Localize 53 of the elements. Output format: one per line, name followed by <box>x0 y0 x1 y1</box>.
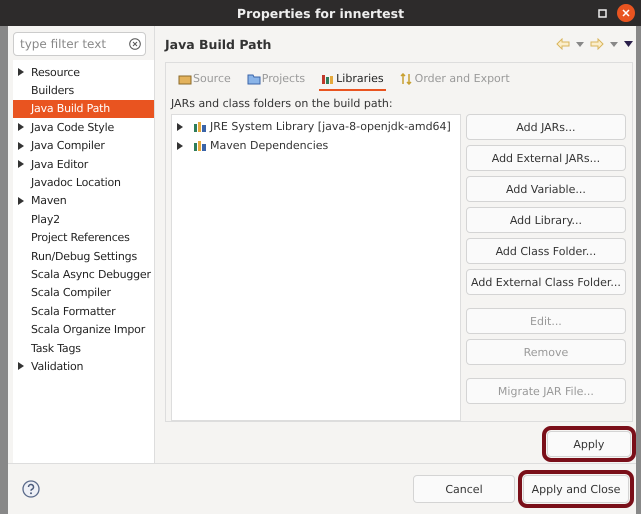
tab[interactable]: Libraries <box>319 72 386 91</box>
dropdown-caret-icon[interactable] <box>576 42 584 46</box>
filter-input[interactable]: type filter text <box>18 36 129 52</box>
expand-arrow-icon[interactable] <box>18 362 24 370</box>
library-item[interactable]: JRE System Library [java-8-openjdk-amd64] <box>172 117 460 136</box>
tree-item[interactable]: Scala Async Debugger <box>13 265 154 284</box>
list-label: JARs and class folders on the build path: <box>171 97 394 110</box>
maximize-icon[interactable] <box>598 8 607 18</box>
tree-item[interactable]: Run/Debug Settings <box>13 246 154 266</box>
action-button[interactable]: Add JARs... <box>466 114 626 140</box>
library-icon <box>193 121 207 132</box>
expand-arrow-icon[interactable] <box>18 123 24 132</box>
folder-icon <box>246 72 261 84</box>
window-title: Properties for innertest <box>236 6 404 20</box>
dropdown-caret-icon[interactable] <box>610 42 618 46</box>
expand-arrow-icon[interactable] <box>177 142 183 150</box>
clear-icon[interactable] <box>129 38 141 50</box>
tree-item[interactable]: Task Tags <box>13 338 154 358</box>
tree-item[interactable]: Java Editor <box>13 154 154 174</box>
tree-item[interactable]: Resource <box>13 63 154 82</box>
tree-item[interactable]: Scala Compiler <box>13 284 154 302</box>
tree-item[interactable]: Maven <box>13 192 154 210</box>
tree-item[interactable]: Project References <box>13 228 154 247</box>
tree-item[interactable]: Builders <box>13 81 154 100</box>
close-icon[interactable] <box>617 4 635 22</box>
package-icon <box>178 72 192 84</box>
expand-arrow-icon[interactable] <box>177 122 183 130</box>
expand-arrow-icon[interactable] <box>18 68 24 76</box>
library-item[interactable]: Maven Dependencies <box>172 136 460 155</box>
books-icon <box>321 72 336 84</box>
action-button[interactable]: Add Class Folder... <box>466 238 626 264</box>
tree-item[interactable]: Play2 <box>13 210 154 229</box>
expand-arrow-icon[interactable] <box>18 142 24 150</box>
action-button[interactable]: Add Variable... <box>466 176 626 202</box>
action-button[interactable]: Add External Class Folder... <box>466 269 626 295</box>
view-menu-icon[interactable] <box>624 41 633 47</box>
library-icon <box>193 140 207 151</box>
help-icon[interactable] <box>22 480 40 498</box>
tree-item[interactable]: Java Compiler <box>13 136 154 155</box>
expand-arrow-icon[interactable] <box>18 160 24 168</box>
action-button[interactable]: Add External JARs... <box>466 145 626 171</box>
tree-item[interactable]: Javadoc Location <box>13 173 154 192</box>
cancel-button[interactable]: Cancel <box>413 475 515 503</box>
action-button[interactable]: Add Library... <box>466 207 626 233</box>
tree-item[interactable]: Java Code Style <box>13 118 154 137</box>
tree-item[interactable]: Java Build Path <box>13 100 154 118</box>
expand-arrow-icon[interactable] <box>18 196 24 205</box>
tree-item[interactable]: Scala Organize Impor <box>13 320 154 339</box>
filter-field[interactable]: type filter text <box>13 32 146 56</box>
tree-item[interactable]: Scala Formatter <box>13 302 154 320</box>
tree-item[interactable]: Validation <box>13 357 154 376</box>
page-title: Java Build Path <box>165 36 272 52</box>
arrows-icon <box>400 72 414 84</box>
